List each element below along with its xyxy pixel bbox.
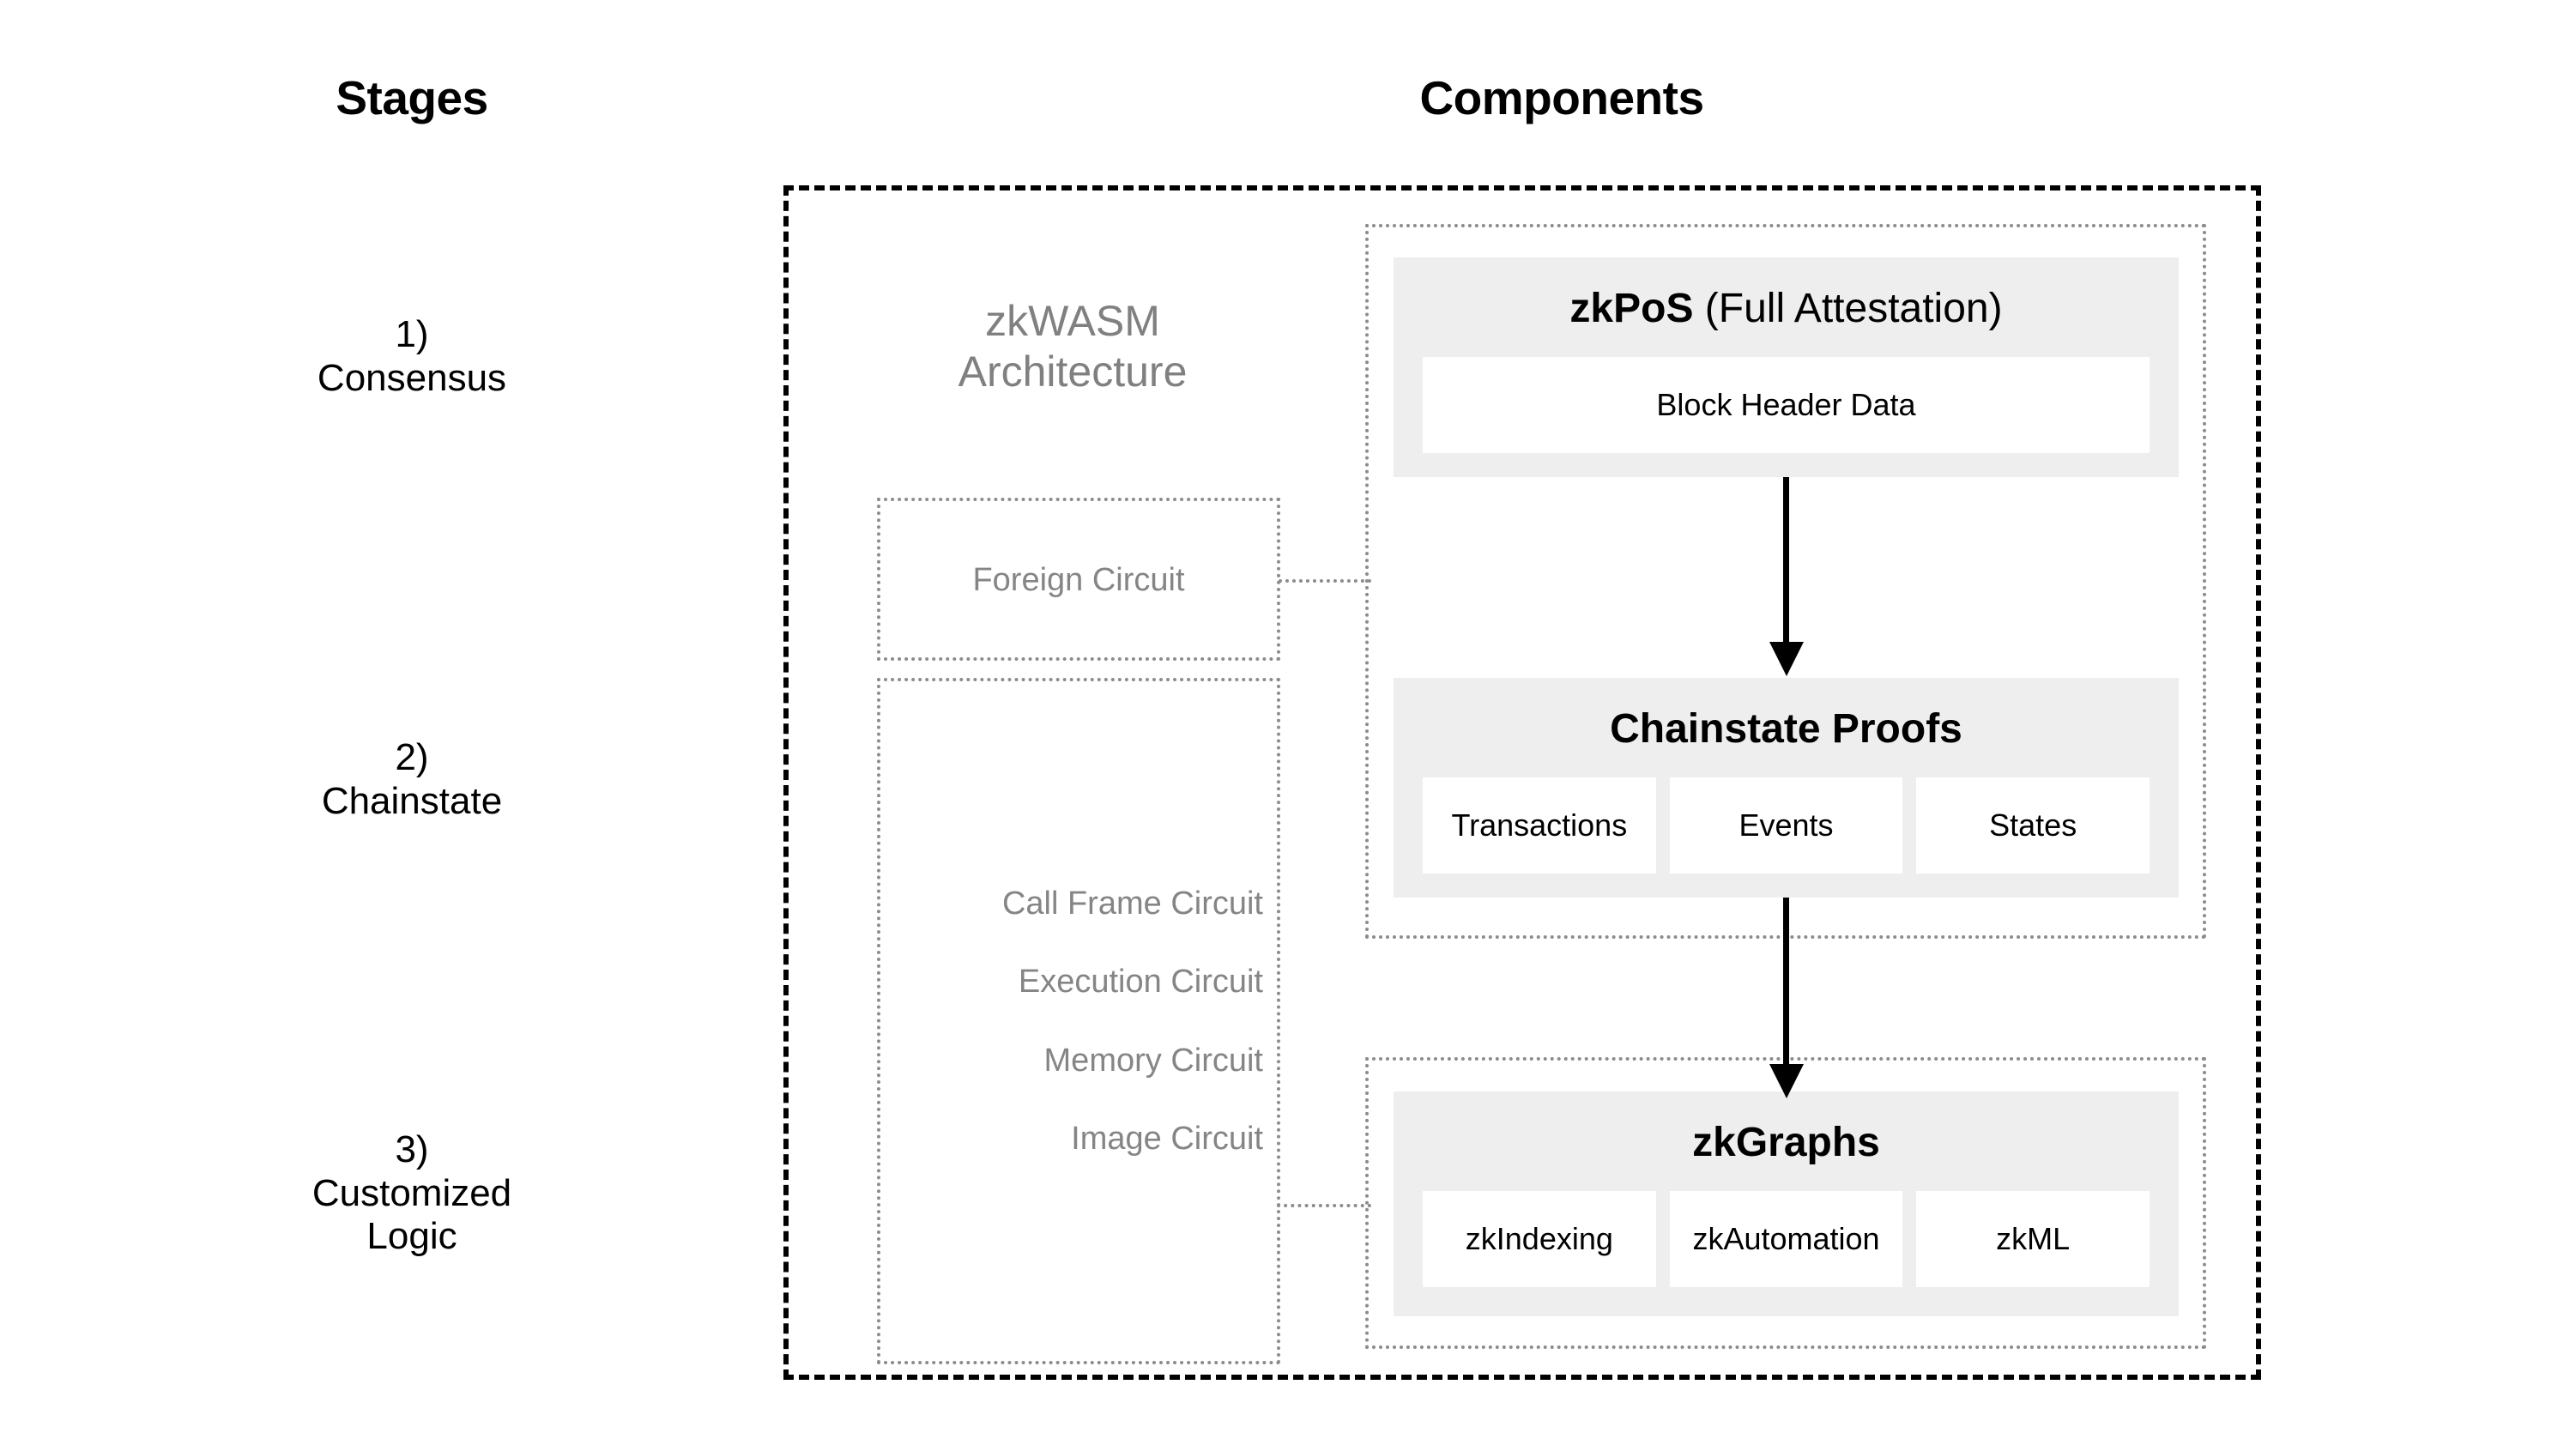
sub-box-transactions: Transactions [1423,777,1656,874]
panel-title-chainstate-proofs: Chainstate Proofs [1394,705,2179,753]
circuit-label-image: Image Circuit [1071,1121,1263,1157]
panel-chainstate-proofs: Chainstate Proofs Transactions Events St… [1394,678,2179,898]
panel-zkpos: zkPoS (Full Attestation) Block Header Da… [1394,257,2179,477]
sub-box-block-header-data: Block Header Data [1423,357,2150,453]
sub-box-zkml: zkML [1916,1191,2150,1287]
stages-column-heading: Stages [336,71,488,124]
arrow-head-zkpos-to-chainstate [1769,642,1804,676]
stage-label-customized-logic: 3) Customized Logic [311,1128,512,1258]
arrow-chainstate-to-zkgraphs [1783,898,1789,1069]
stage-label-consensus: 1) Consensus [317,313,507,399]
components-column-heading: Components [1419,71,1704,124]
panel-title-zkpos: zkPoS (Full Attestation) [1394,285,2179,332]
sub-box-states: States [1916,777,2150,874]
sub-box-zkindexing: zkIndexing [1423,1191,1656,1287]
foreign-circuit-label: Foreign Circuit [972,562,1185,598]
circuit-label-execution: Execution Circuit [1018,964,1263,1000]
panel-title-zkgraphs: zkGraphs [1394,1119,2179,1166]
arrow-head-chainstate-to-zkgraphs [1769,1064,1804,1098]
wasm-circuits-box [877,678,1280,1364]
panel-zkgraphs: zkGraphs zkIndexing zkAutomation zkML [1394,1091,2179,1316]
arrow-zkpos-to-chainstate [1783,477,1789,645]
connector-wasm-circuits-to-zkgraphs [1277,1204,1371,1207]
connector-foreign-circuit-to-consensus [1279,579,1371,583]
sub-box-row-chainstate: Transactions Events States [1423,777,2150,874]
sub-box-row-zkgraphs: zkIndexing zkAutomation zkML [1423,1191,2150,1287]
circuit-label-memory: Memory Circuit [1043,1043,1263,1079]
panel-title-zkpos-bold: zkPoS [1569,286,1694,331]
diagram-canvas: Stages Components 1) Consensus 2) Chains… [0,0,2576,1445]
stage-label-chainstate: 2) Chainstate [321,736,503,822]
panel-title-zkgraphs-bold: zkGraphs [1692,1120,1880,1165]
panel-title-zkpos-regular: (Full Attestation) [1693,286,2003,331]
circuit-label-call-frame: Call Frame Circuit [1001,886,1263,922]
zkwasm-architecture-title: zkWASM Architecture [958,297,1188,396]
panel-title-chainstate-bold: Chainstate Proofs [1610,706,1962,752]
sub-box-zkautomation: zkAutomation [1669,1191,1903,1287]
sub-box-row-zkpos: Block Header Data [1423,357,2150,453]
sub-box-events: Events [1669,777,1903,874]
